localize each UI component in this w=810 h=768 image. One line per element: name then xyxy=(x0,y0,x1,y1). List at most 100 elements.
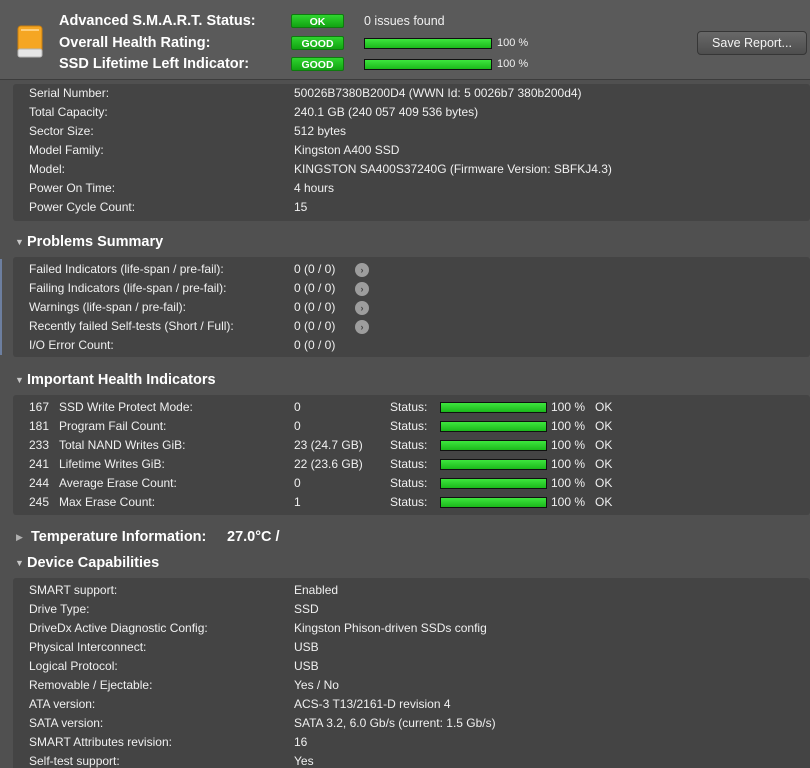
disclosure-triangle-icon[interactable]: ▼ xyxy=(15,232,27,252)
health-rating-badge: GOOD xyxy=(291,36,344,50)
status-state: OK xyxy=(595,419,613,433)
status-bar xyxy=(440,497,547,508)
status-state: OK xyxy=(595,400,613,414)
health-rating-label: Overall Health Rating: xyxy=(59,35,211,51)
attribute-name: Max Erase Count: xyxy=(59,495,156,509)
status-label: Status: xyxy=(390,476,428,490)
smart-status-text: 0 issues found xyxy=(364,14,445,28)
status-percent: 100 % xyxy=(551,400,586,414)
status-bar xyxy=(440,459,547,470)
info-key: Sector Size: xyxy=(29,124,94,138)
arrow-circle-icon[interactable]: › xyxy=(355,301,369,315)
disclosure-triangle-collapsed-icon[interactable]: ▶ xyxy=(16,527,23,547)
status-percent: 100 % xyxy=(551,476,586,490)
info-value: 512 bytes xyxy=(294,124,347,138)
info-value: 16 xyxy=(294,735,308,749)
info-key: Physical Interconnect: xyxy=(29,640,147,654)
info-key: Model: xyxy=(29,162,66,176)
info-value: 0 (0 / 0) xyxy=(294,300,336,314)
health-indicators-header[interactable]: ▼ Important Health Indicators xyxy=(15,370,216,390)
attribute-id: 244 xyxy=(29,476,50,490)
info-value: Enabled xyxy=(294,583,339,597)
attribute-name: Average Erase Count: xyxy=(59,476,177,490)
info-value: 0 (0 / 0) xyxy=(294,338,336,352)
info-value: 0 (0 / 0) xyxy=(294,319,336,333)
info-value: 50026B7380B200D4 (WWN Id: 5 0026b7 380b2… xyxy=(294,86,582,100)
info-key: Logical Protocol: xyxy=(29,659,118,673)
attribute-value: 0 xyxy=(294,476,301,490)
problems-panel: Failed Indicators (life-span / pre-fail)… xyxy=(13,257,810,357)
attribute-id: 233 xyxy=(29,438,50,452)
status-bar xyxy=(440,421,547,432)
lifetime-bar-fill xyxy=(365,60,491,69)
status-label: Status: xyxy=(390,419,428,433)
status-percent: 100 % xyxy=(551,457,586,471)
smart-status-label: Advanced S.M.A.R.T. Status: xyxy=(59,13,256,29)
info-value: USB xyxy=(294,659,319,673)
status-label: Status: xyxy=(390,400,428,414)
attribute-id: 245 xyxy=(29,495,50,509)
info-key: I/O Error Count: xyxy=(29,338,114,352)
status-bar-fill xyxy=(441,479,546,488)
device-info-panel: Serial Number: 50026B7380B200D4 (WWN Id: … xyxy=(13,84,810,221)
attribute-name: SSD Write Protect Mode: xyxy=(59,400,193,414)
info-value: 15 xyxy=(294,200,308,214)
status-percent: 100 % xyxy=(551,495,586,509)
info-value: Kingston A400 SSD xyxy=(294,143,400,157)
smart-status-row: Advanced S.M.A.R.T. Status: OK 0 issues … xyxy=(59,11,759,31)
disclosure-triangle-icon[interactable]: ▼ xyxy=(15,370,27,390)
status-bar-fill xyxy=(441,403,546,412)
info-value: 4 hours xyxy=(294,181,335,195)
problems-summary-header[interactable]: ▼ Problems Summary xyxy=(15,232,163,252)
status-label: Status: xyxy=(390,438,428,452)
info-key: Drive Type: xyxy=(29,602,90,616)
info-key: Model Family: xyxy=(29,143,104,157)
device-capabilities-panel: SMART support: Enabled Drive Type: SSD Drive… xyxy=(13,578,810,768)
attribute-id: 241 xyxy=(29,457,50,471)
info-key: DriveDx Active Diagnostic Config: xyxy=(29,621,208,635)
disclosure-triangle-icon[interactable]: ▼ xyxy=(15,553,27,573)
status-state: OK xyxy=(595,438,613,452)
info-key: ATA version: xyxy=(29,697,96,711)
info-key: SATA version: xyxy=(29,716,104,730)
info-key: Warnings (life-span / pre-fail): xyxy=(29,300,186,314)
arrow-circle-icon[interactable]: › xyxy=(355,263,369,277)
status-bar xyxy=(440,478,547,489)
lifetime-label: SSD Lifetime Left Indicator: xyxy=(59,56,250,72)
info-key: Power Cycle Count: xyxy=(29,200,136,214)
info-value: Yes / No xyxy=(294,678,339,692)
info-value: 0 (0 / 0) xyxy=(294,262,336,276)
status-bar-fill xyxy=(441,498,546,507)
arrow-circle-icon[interactable]: › xyxy=(355,320,369,334)
info-value: KINGSTON SA400S37240G (Firmware Version:… xyxy=(294,162,612,176)
attribute-value: 23 (24.7 GB) xyxy=(294,438,363,452)
attribute-id: 167 xyxy=(29,400,50,414)
status-label: Status: xyxy=(390,495,428,509)
health-indicators-panel: 167 SSD Write Protect Mode: 0 Status: 100 % O… xyxy=(13,395,810,515)
temperature-value: 27.0°C / xyxy=(227,529,280,545)
attribute-value: 0 xyxy=(294,419,301,433)
attribute-name: Total NAND Writes GiB: xyxy=(59,438,186,452)
info-value: 0 (0 / 0) xyxy=(294,281,336,295)
info-key: Power On Time: xyxy=(29,181,116,195)
info-value: ACS-3 T13/2161-D revision 4 xyxy=(294,697,451,711)
lifetime-bar xyxy=(364,59,492,70)
save-report-button[interactable]: Save Report... xyxy=(697,31,807,55)
lifetime-percent: 100 % xyxy=(497,58,529,70)
info-value: SSD xyxy=(294,602,319,616)
info-value: 240.1 GB (240 057 409 536 bytes) xyxy=(294,105,479,119)
info-value: SATA 3.2, 6.0 Gb/s (current: 1.5 Gb/s) xyxy=(294,716,496,730)
temperature-title[interactable]: Temperature Information: xyxy=(31,527,206,547)
health-rating-percent: 100 % xyxy=(497,37,529,49)
selection-marker xyxy=(0,259,2,355)
status-header: Advanced S.M.A.R.T. Status: OK 0 issues … xyxy=(0,0,810,80)
health-rating-bar xyxy=(364,38,492,49)
device-capabilities-header[interactable]: ▼ Device Capabilities xyxy=(15,553,159,573)
info-key: Serial Number: xyxy=(29,86,110,100)
lifetime-row: SSD Lifetime Left Indicator: GOOD 100 % xyxy=(59,54,759,74)
health-indicators-title: Important Health Indicators xyxy=(27,372,216,388)
attribute-name: Lifetime Writes GiB: xyxy=(59,457,165,471)
status-bar-fill xyxy=(441,422,546,431)
attribute-name: Program Fail Count: xyxy=(59,419,167,433)
arrow-circle-icon[interactable]: › xyxy=(355,282,369,296)
